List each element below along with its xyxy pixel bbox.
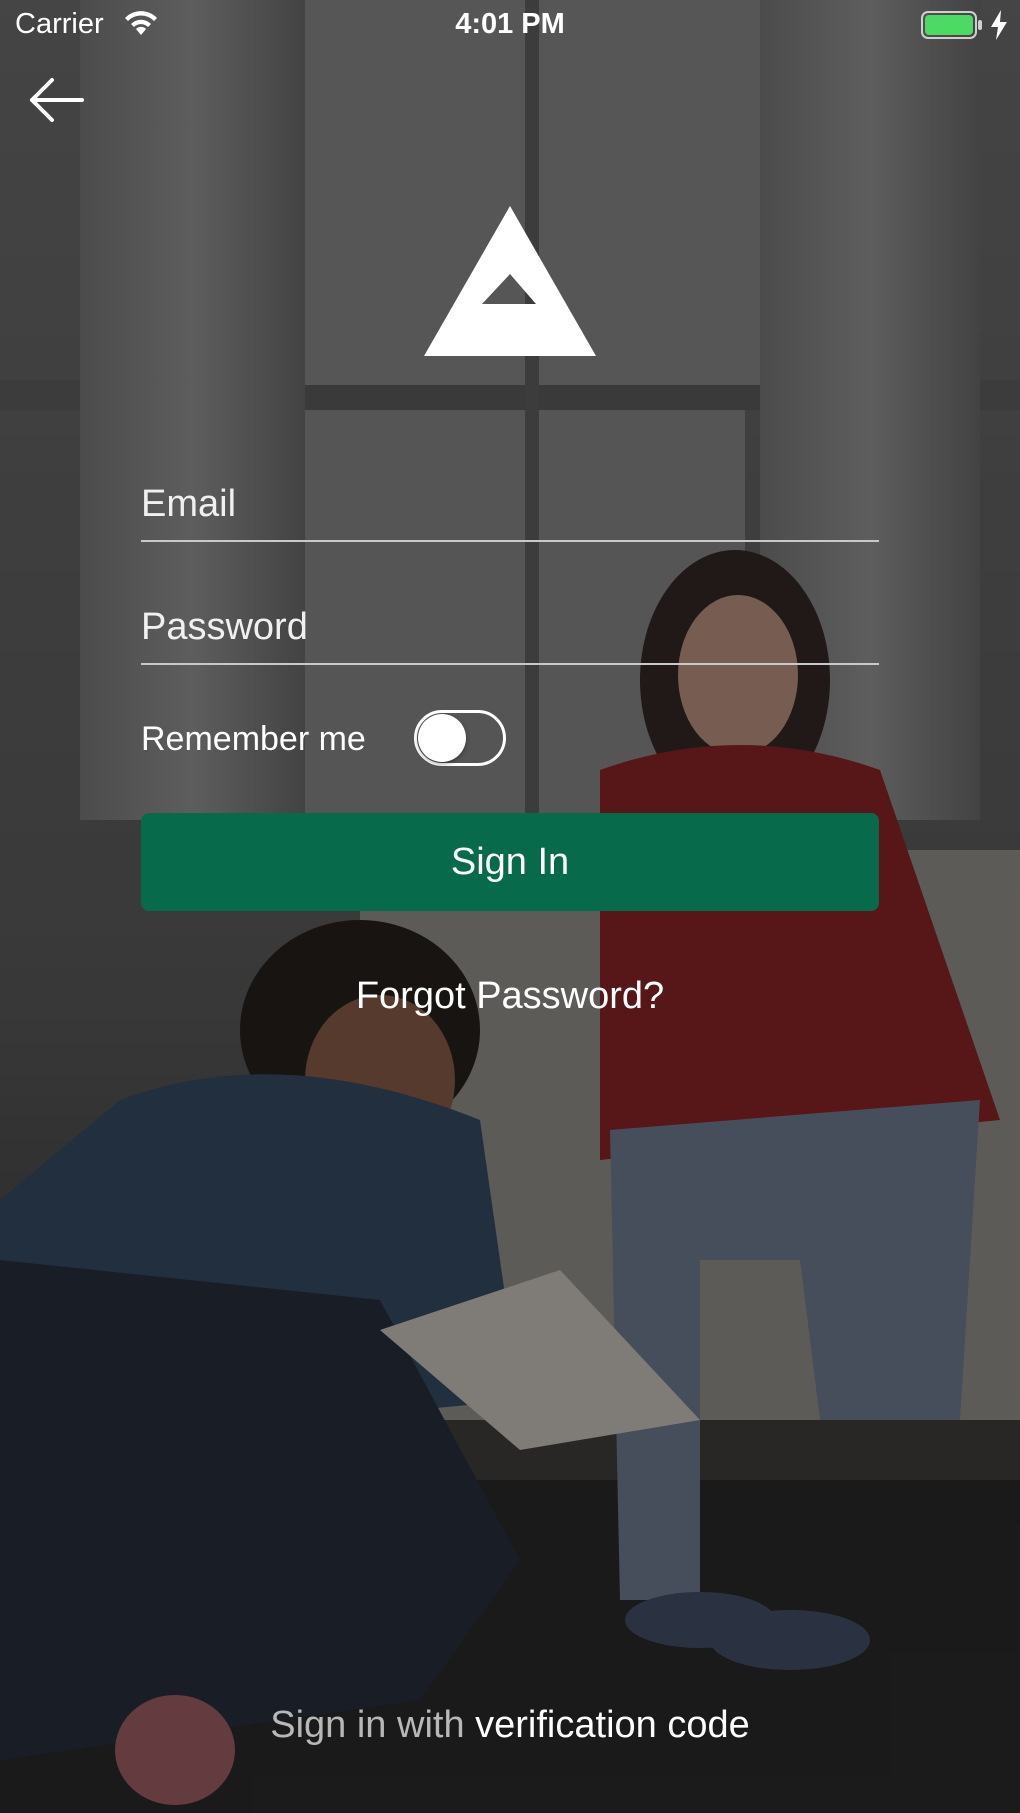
charging-bolt-icon bbox=[990, 10, 1008, 48]
status-bar: Carrier 4:01 PM bbox=[0, 0, 1020, 50]
email-field[interactable] bbox=[141, 466, 879, 542]
back-button[interactable] bbox=[26, 76, 88, 124]
remember-me-label: Remember me bbox=[141, 720, 366, 758]
sign-in-button[interactable]: Sign In bbox=[141, 813, 879, 911]
verification-code-row: Sign in with verification code bbox=[0, 1704, 1020, 1747]
password-input[interactable] bbox=[141, 601, 879, 653]
triangle-logo-icon bbox=[424, 206, 596, 356]
remember-me-row: Remember me bbox=[141, 710, 541, 768]
password-field[interactable] bbox=[141, 589, 879, 665]
clock-time: 4:01 PM bbox=[455, 8, 565, 40]
email-input[interactable] bbox=[141, 478, 879, 530]
toggle-knob bbox=[418, 714, 466, 762]
verification-prefix-text: Sign in with bbox=[270, 1704, 476, 1746]
arrow-left-icon bbox=[26, 78, 88, 128]
verification-code-link[interactable]: verification code bbox=[475, 1704, 750, 1746]
remember-me-toggle[interactable] bbox=[414, 710, 506, 766]
brand-logo bbox=[424, 206, 596, 356]
battery-icon bbox=[921, 11, 983, 47]
forgot-password-link[interactable]: Forgot Password? bbox=[0, 975, 1020, 1018]
